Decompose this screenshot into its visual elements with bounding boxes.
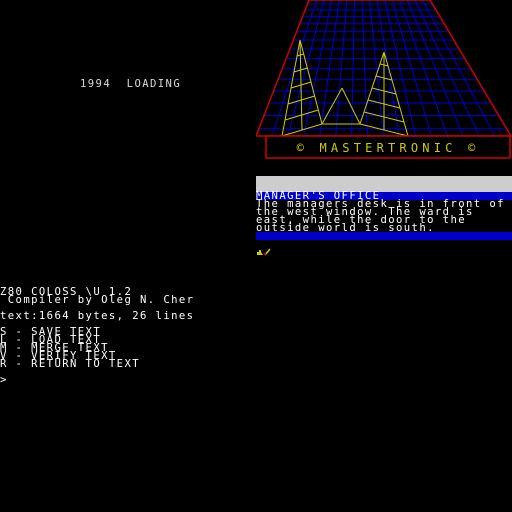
logo-m-letter [281, 39, 409, 137]
room-description: The managers desk is in front of the wes… [256, 199, 512, 234]
editor-credit: Compiler by Oleg N. Cher [0, 294, 195, 306]
command-prompt[interactable]: > [0, 375, 8, 386]
loading-text: 1994 LOADING [80, 78, 182, 90]
input-prompt-icon[interactable] [256, 248, 272, 256]
description-bottom-bar [256, 232, 512, 240]
editor-stats: text:1664 bytes, 26 lines [0, 310, 195, 322]
mastertronic-logo: © MASTERTRONIC © [256, 0, 512, 159]
menu-item-return[interactable]: R - RETURN TO TEXT [0, 359, 140, 370]
description-line: outside world is south. [256, 222, 435, 234]
logo-brand-text: © MASTERTRONIC © [297, 141, 480, 155]
